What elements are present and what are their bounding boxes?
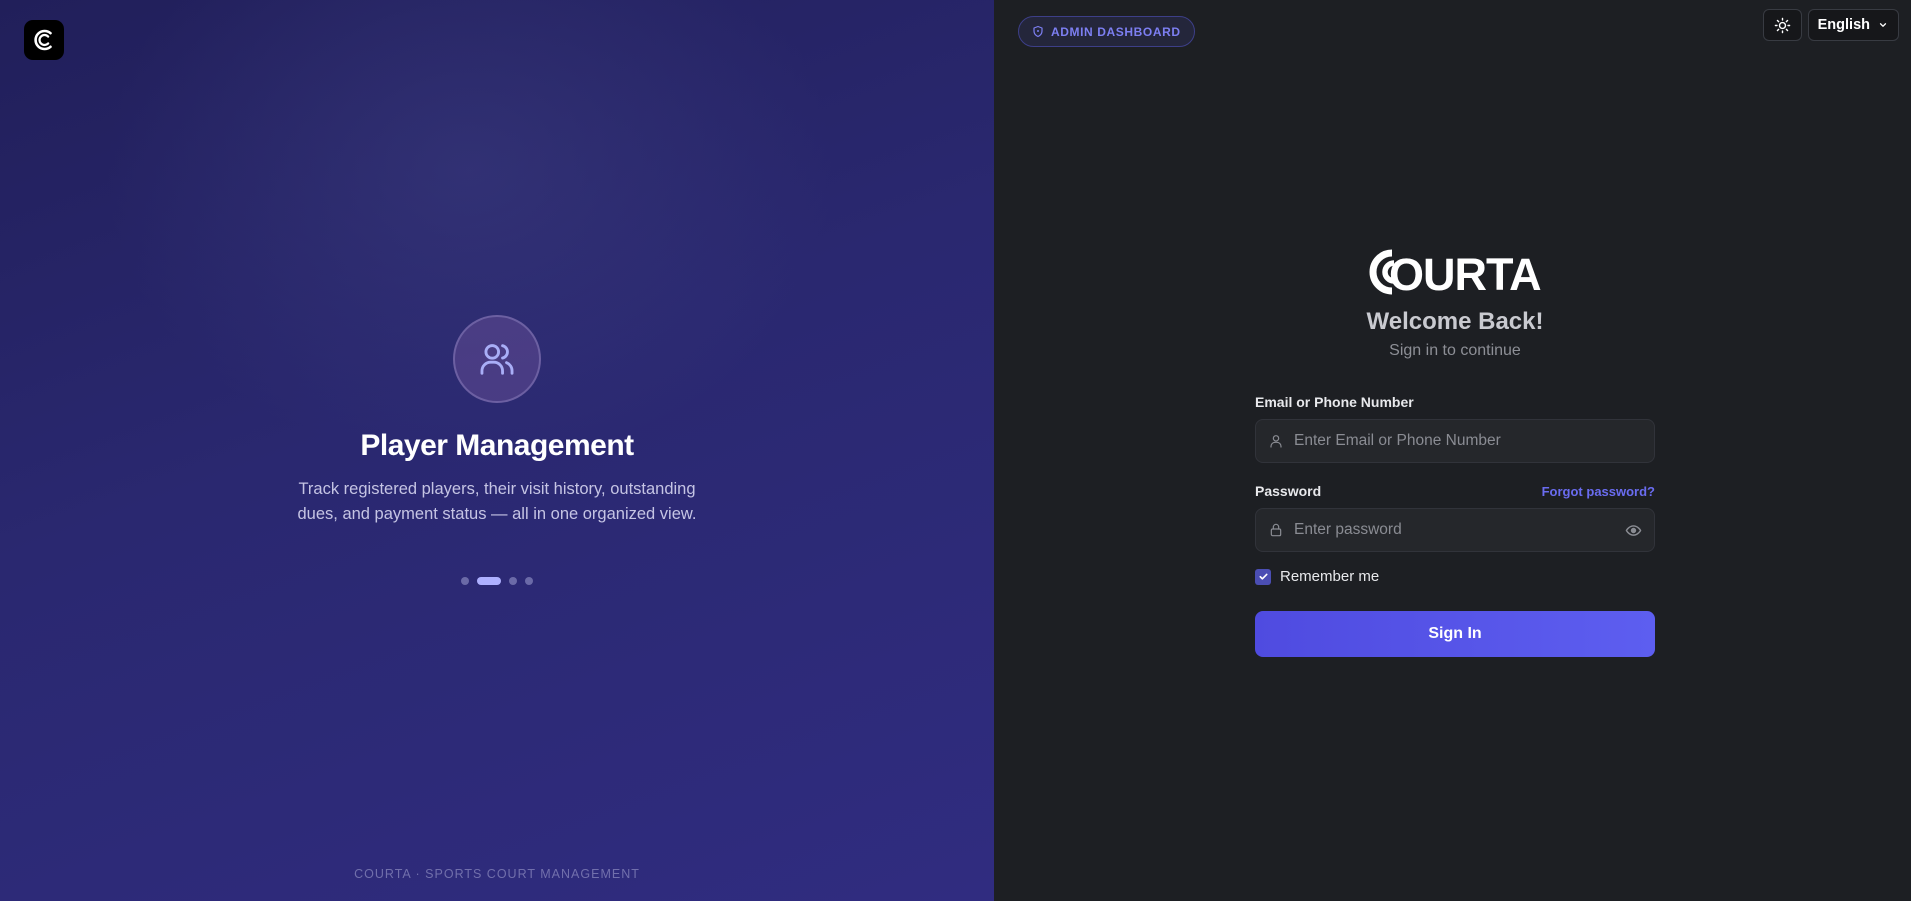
feature-slide: Player Management Track registered playe… [0, 315, 994, 585]
svg-text:OURTA: OURTA [1389, 249, 1541, 298]
feature-title: Player Management [360, 429, 634, 462]
user-icon [1268, 433, 1284, 449]
show-password-eye-icon[interactable] [1625, 522, 1642, 539]
login-panel: ADMIN DASHBOARD English OURTA Welcome Ba… [994, 0, 1911, 901]
courta-c-logo-icon [34, 29, 52, 51]
password-label: Password [1255, 483, 1322, 499]
check-icon [1258, 573, 1268, 580]
chevron-down-icon [1879, 23, 1887, 27]
password-input-wrapper [1255, 508, 1655, 552]
password-label-row: Password Forgot password? [1255, 483, 1655, 499]
email-input[interactable] [1294, 432, 1642, 450]
carousel-dot-2[interactable] [477, 577, 501, 585]
language-select[interactable]: English [1807, 9, 1899, 41]
admin-badge-label: ADMIN DASHBOARD [1051, 24, 1181, 39]
sign-in-button[interactable]: Sign In [1255, 611, 1655, 657]
language-label: English [1817, 17, 1870, 33]
sun-icon [1774, 17, 1790, 33]
password-field-group: Password Forgot password? [1255, 483, 1655, 552]
left-footer-text: COURTA · SPORTS COURT MANAGEMENT [354, 867, 640, 881]
feature-showcase-panel: Player Management Track registered playe… [0, 0, 994, 901]
shield-icon [1033, 25, 1043, 38]
remember-me-row[interactable]: Remember me [1255, 568, 1655, 585]
carousel-dot-4[interactable] [525, 577, 533, 585]
feature-description: Track registered players, their visit hi… [297, 480, 697, 523]
email-input-wrapper [1255, 419, 1655, 463]
lock-icon [1268, 522, 1284, 538]
remember-me-label: Remember me [1280, 568, 1380, 585]
brand-logo[interactable] [24, 20, 64, 60]
welcome-heading: Welcome Back! [1366, 308, 1544, 335]
top-controls: English [1762, 9, 1899, 41]
login-form: OURTA Welcome Back! Sign in to continue … [1255, 246, 1655, 657]
password-input[interactable] [1294, 521, 1615, 539]
users-icon [480, 344, 514, 375]
courta-logo-mark: OURTA [1369, 249, 1542, 298]
feature-icon-circle [453, 315, 541, 403]
forgot-password-link[interactable]: Forgot password? [1542, 484, 1655, 499]
admin-dashboard-badge: ADMIN DASHBOARD [1018, 16, 1195, 47]
courta-logo: OURTA [1255, 246, 1655, 298]
email-field-group: Email or Phone Number [1255, 394, 1655, 463]
welcome-subtitle: Sign in to continue [1389, 342, 1521, 359]
carousel-dot-3[interactable] [509, 577, 517, 585]
theme-toggle-button[interactable] [1762, 9, 1802, 41]
remember-me-checkbox[interactable] [1255, 568, 1271, 585]
carousel-dot-1[interactable] [461, 577, 469, 585]
carousel-indicator [461, 577, 533, 585]
email-label: Email or Phone Number [1255, 394, 1414, 410]
